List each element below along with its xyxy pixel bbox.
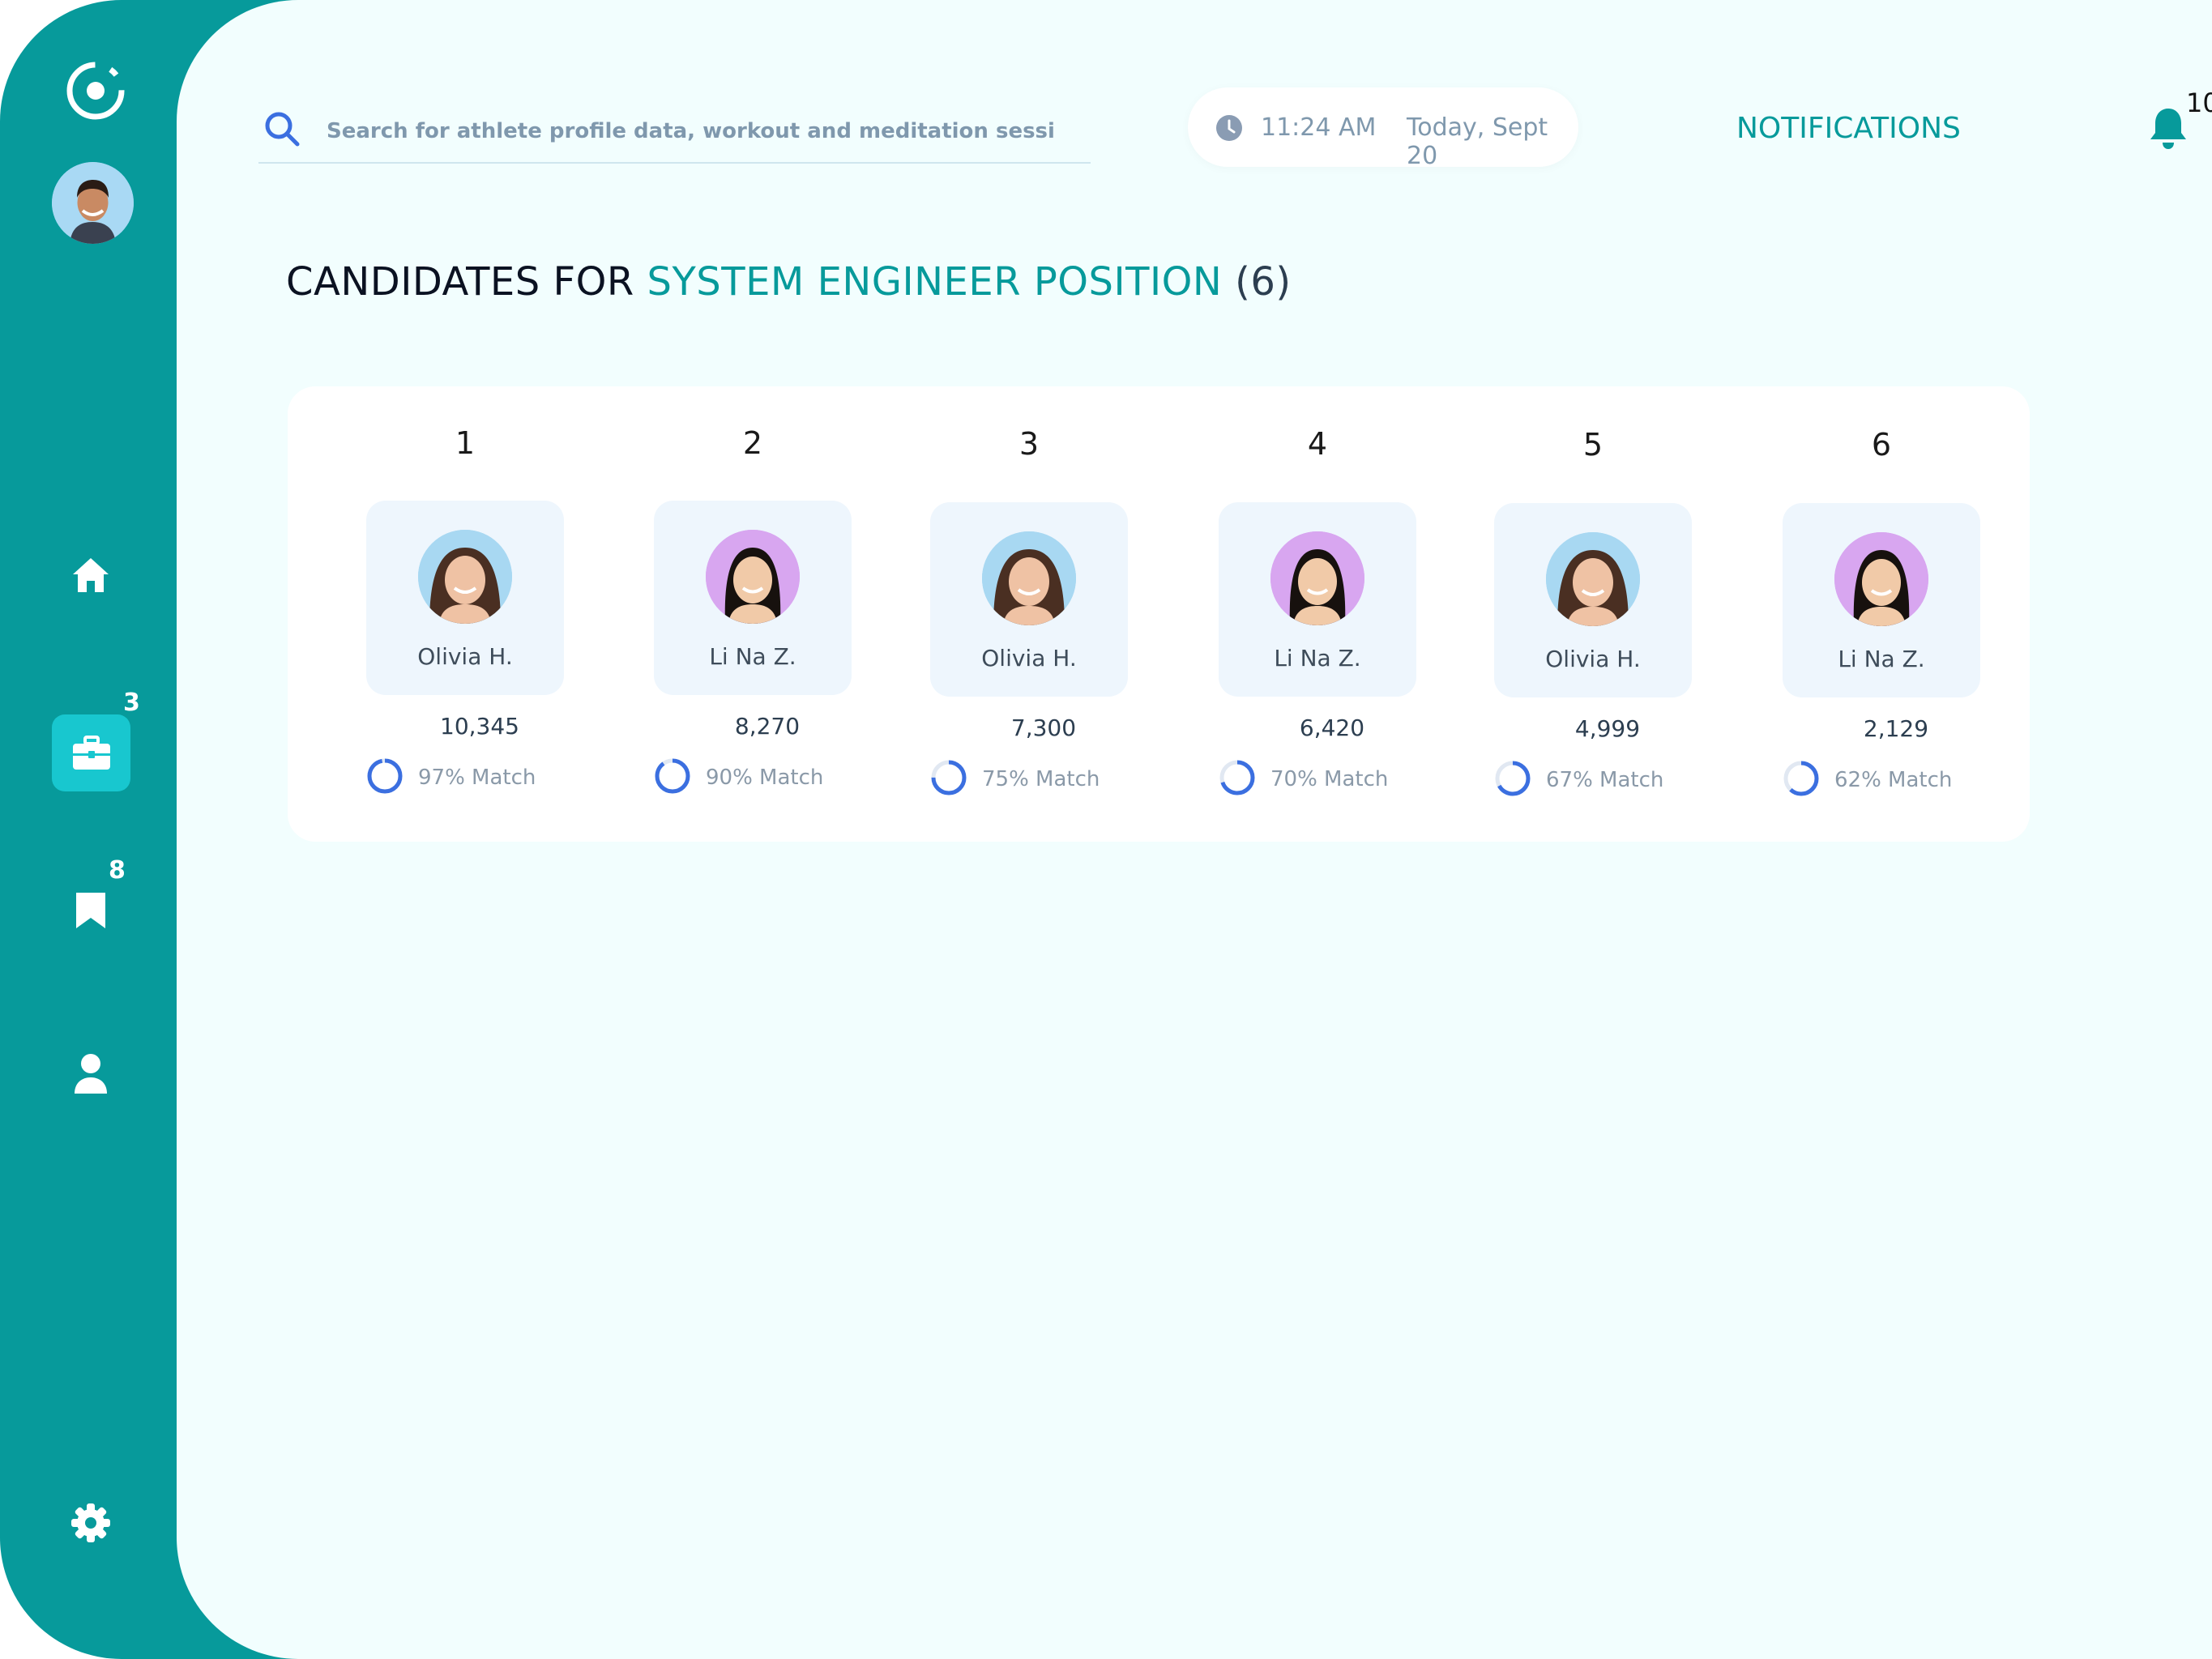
candidate-card[interactable]: Olivia H. [366,501,564,695]
candidate-score: 4,999 [1574,715,1641,742]
app-window: 3 8 Search for athlete profile data, wor… [0,0,2212,1659]
candidate-score: 6,420 [1299,714,1365,741]
candidate-column[interactable]: 2 Li Na Z. 8,270 90% Match [654,386,852,842]
candidate-column[interactable]: 4 Li Na Z. 6,420 70% Match [1219,386,1416,842]
candidate-name: Li Na Z. [709,643,796,670]
candidate-rank: 5 [1582,427,1603,463]
briefcase-icon[interactable] [52,714,130,791]
current-time: 11:24 AM [1261,113,1377,142]
avatar[interactable] [52,162,134,244]
candidates-panel: 1 Olivia H. 10,345 97% Match 2 Li Na Z. … [288,386,2030,842]
candidate-score: 7,300 [1010,714,1077,741]
candidate-photo [1546,532,1640,626]
match-percentage: 70% Match [1270,767,1389,791]
candidate-column[interactable]: 6 Li Na Z. 2,129 62% Match [1783,386,1980,842]
main-content: 11:24 AM Today, Sept 20 NOTIFICATIONS 10… [177,0,2212,1659]
candidate-photo [1834,532,1928,626]
candidate-score: 10,345 [440,713,519,740]
candidate-card[interactable]: Olivia H. [930,502,1128,697]
bell-icon[interactable] [2147,105,2189,151]
candidate-column[interactable]: 3 Olivia H. 7,300 75% Match [930,386,1128,842]
candidate-column[interactable]: 5 Olivia H. 4,999 67% Match [1494,386,1692,842]
candidate-name: Li Na Z. [1838,646,1925,672]
notifications-link[interactable]: NOTIFICATIONS [1736,112,1961,145]
candidate-score: 2,129 [1863,715,1929,742]
match-ring-icon [1783,761,1819,796]
candidate-card[interactable]: Li Na Z. [654,501,852,695]
match-ring-icon [367,758,403,794]
candidate-card[interactable]: Li Na Z. [1783,503,1980,697]
home-icon[interactable] [70,554,112,596]
bookmark-icon[interactable] [70,889,112,932]
current-date: Today, Sept 20 [1407,113,1548,170]
candidate-score: 8,270 [734,713,801,740]
candidate-card[interactable]: Li Na Z. [1219,502,1416,697]
search-input[interactable] [327,115,1056,147]
bookmarks-badge: 8 [109,856,126,885]
match-ring-icon [655,758,690,794]
match-percentage: 67% Match [1546,768,1664,792]
candidate-card[interactable]: Olivia H. [1494,503,1692,697]
candidate-photo [982,531,1076,625]
candidate-name: Olivia H. [981,645,1077,672]
match-ring-icon [931,760,967,795]
page-title: CANDIDATES FOR SYSTEM ENGINEER POSITION … [286,259,1292,305]
user-icon[interactable] [70,1050,112,1098]
notification-count: 10 [2186,87,2212,118]
search-icon[interactable] [263,110,301,147]
candidate-name: Li Na Z. [1274,645,1361,672]
search-bar[interactable] [258,105,1091,164]
match-percentage: 90% Match [706,766,824,790]
match-ring-icon [1495,761,1531,796]
match-percentage: 75% Match [982,767,1100,791]
candidate-column[interactable]: 1 Olivia H. 10,345 97% Match [366,386,564,842]
page-title-position: SYSTEM ENGINEER POSITION [647,259,1223,305]
candidate-rank: 1 [455,425,476,461]
match-ring-icon [1219,760,1255,795]
candidate-photo [1270,531,1364,625]
page-title-prefix: CANDIDATES FOR [286,259,647,305]
candidate-rank: 3 [1018,426,1040,462]
candidate-rank: 4 [1307,426,1328,462]
datetime-pill: 11:24 AM Today, Sept 20 [1188,87,1578,170]
clock-icon [1215,114,1243,142]
candidate-rank: 6 [1871,427,1892,463]
candidate-photo [706,530,800,624]
match-percentage: 62% Match [1834,768,1953,792]
candidate-photo [418,530,512,624]
candidate-rank: 2 [742,425,763,461]
jobs-badge: 3 [123,689,140,717]
page-title-count: (6) [1222,259,1292,305]
match-percentage: 97% Match [418,766,536,790]
sidebar: 3 8 [0,0,177,1659]
gear-icon[interactable] [68,1500,113,1546]
candidate-name: Olivia H. [1545,646,1641,672]
logo-icon[interactable] [65,60,126,122]
candidate-name: Olivia H. [417,643,513,670]
